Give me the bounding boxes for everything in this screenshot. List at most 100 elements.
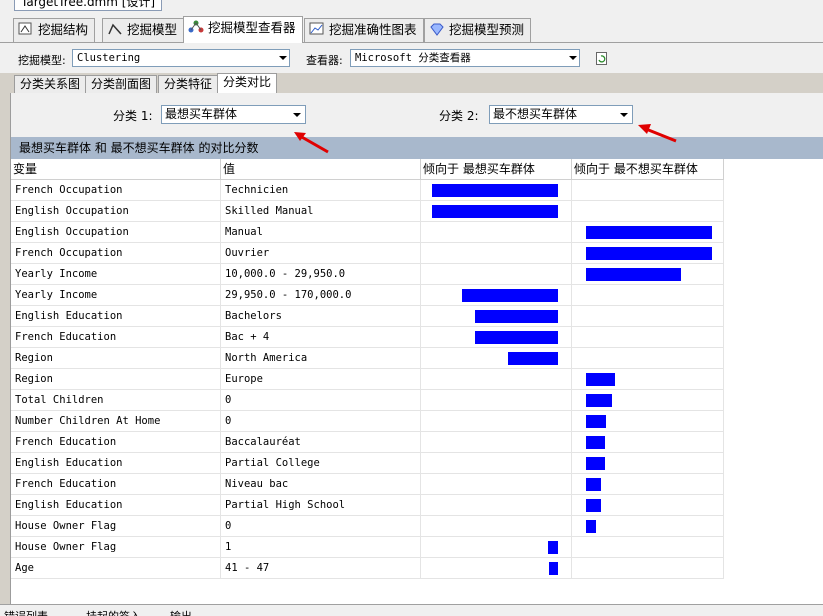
favors-cluster1-cell: [421, 537, 572, 557]
column-header-value[interactable]: 值: [221, 159, 421, 180]
variable-cell: Region: [11, 369, 221, 389]
mining-model-value: Clustering: [77, 52, 141, 64]
table-row[interactable]: House Owner Flag 0: [11, 516, 724, 537]
score-bar: [549, 562, 558, 575]
favors-cluster1-cell: [421, 516, 572, 536]
tab-cluster-diagram[interactable]: 分类关系图: [14, 75, 87, 94]
score-bar: [586, 394, 612, 407]
refresh-icon[interactable]: [596, 52, 608, 68]
table-row[interactable]: French Education Niveau bac: [11, 474, 724, 495]
favors-cluster1-cell: [421, 411, 572, 431]
model-prediction-icon: [429, 21, 445, 36]
cluster2-select[interactable]: 最不想买车群体: [489, 105, 633, 124]
variable-cell: House Owner Flag: [11, 516, 221, 536]
model-viewer-icon: [188, 19, 204, 33]
table-row[interactable]: French Occupation Ouvrier: [11, 243, 724, 264]
variable-cell: House Owner Flag: [11, 537, 221, 557]
score-bar: [508, 352, 558, 365]
tab-cluster-characteristics[interactable]: 分类特征: [158, 75, 219, 94]
tab-model-viewer[interactable]: 挖掘模型查看器: [183, 16, 303, 43]
variable-cell: French Occupation: [11, 243, 221, 263]
value-cell: Skilled Manual: [221, 201, 421, 221]
variable-cell: Age: [11, 558, 221, 578]
cluster1-select[interactable]: 最想买车群体: [161, 105, 306, 124]
tab-label: 挖掘结构: [38, 22, 89, 37]
table-row[interactable]: French Occupation Technicien: [11, 180, 724, 201]
tab-cluster-discrimination[interactable]: 分类对比: [217, 73, 278, 94]
table-row[interactable]: English Education Partial College: [11, 453, 724, 474]
value-cell: 10,000.0 - 29,950.0: [221, 264, 421, 284]
tab-mining-structure[interactable]: 挖掘结构: [13, 18, 96, 42]
column-header-favors-cluster1[interactable]: 倾向于 最想买车群体: [421, 159, 572, 180]
table-row[interactable]: English Occupation Manual: [11, 222, 724, 243]
table-row[interactable]: French Education Baccalauréat: [11, 432, 724, 453]
favors-cluster2-cell: [572, 369, 724, 389]
table-row[interactable]: Region Europe: [11, 369, 724, 390]
tab-cluster-profiles[interactable]: 分类剖面图: [85, 75, 158, 94]
column-header-favors-cluster2[interactable]: 倾向于 最不想买车群体: [572, 159, 724, 180]
score-bar: [586, 520, 596, 533]
tab-model-prediction[interactable]: 挖掘模型预测: [424, 18, 532, 42]
score-bar: [586, 457, 605, 470]
mining-structure-icon: [18, 21, 34, 35]
favors-cluster2-cell: [572, 432, 724, 452]
table-row[interactable]: Yearly Income 10,000.0 - 29,950.0: [11, 264, 724, 285]
score-bar: [475, 331, 558, 344]
score-bar: [462, 289, 558, 302]
document-tab-strip: TargetTree.dmm [设计]: [0, 0, 823, 12]
accuracy-chart-icon: [309, 21, 325, 35]
table-row[interactable]: Total Children 0: [11, 390, 724, 411]
variable-cell: English Education: [11, 495, 221, 515]
tab-label: 挖掘模型: [127, 22, 178, 37]
variable-cell: Region: [11, 348, 221, 368]
favors-cluster1-cell: [421, 180, 572, 200]
table-row[interactable]: Yearly Income 29,950.0 - 170,000.0: [11, 285, 724, 306]
value-cell: Partial High School: [221, 495, 421, 515]
value-cell: Partial College: [221, 453, 421, 473]
chevron-down-icon[interactable]: [565, 50, 579, 66]
chevron-down-icon[interactable]: [289, 107, 304, 122]
value-cell: North America: [221, 348, 421, 368]
value-cell: 29,950.0 - 170,000.0: [221, 285, 421, 305]
tab-mining-model[interactable]: 挖掘模型: [102, 18, 185, 42]
annotation-arrow: [638, 124, 677, 143]
table-row[interactable]: House Owner Flag 1: [11, 537, 724, 558]
discrimination-panel: 分类 1: 最想买车群体 分类 2: 最不想买车群体 最想买车群体 和 最不想买…: [10, 93, 823, 615]
tab-label: 挖掘准确性图表: [329, 22, 417, 37]
score-bar: [586, 415, 606, 428]
score-bar: [586, 436, 605, 449]
table-row[interactable]: French Education Bac + 4: [11, 327, 724, 348]
variable-cell: French Education: [11, 327, 221, 347]
table-row[interactable]: Region North America: [11, 348, 724, 369]
favors-cluster1-cell: [421, 222, 572, 242]
favors-cluster2-cell: [572, 327, 724, 347]
value-cell: Niveau bac: [221, 474, 421, 494]
favors-cluster1-cell: [421, 327, 572, 347]
tab-label: 挖掘模型预测: [449, 22, 525, 37]
table-row[interactable]: English Education Partial High School: [11, 495, 724, 516]
mining-model-label: 挖掘模型:: [18, 54, 66, 67]
viewer-select[interactable]: Microsoft 分类查看器: [350, 49, 580, 67]
cluster2-label: 分类 2:: [439, 109, 479, 123]
variable-cell: Yearly Income: [11, 264, 221, 284]
column-header-variable[interactable]: 变量: [11, 159, 221, 180]
variable-cell: English Occupation: [11, 201, 221, 221]
variable-cell: English Education: [11, 306, 221, 326]
value-cell: 41 - 47: [221, 558, 421, 578]
favors-cluster2-cell: [572, 495, 724, 515]
mining-model-select[interactable]: Clustering: [72, 49, 290, 67]
document-tab[interactable]: TargetTree.dmm [设计]: [14, 0, 163, 11]
cluster-selector-row: 分类 1: 最想买车群体 分类 2: 最不想买车群体: [11, 93, 823, 137]
cluster1-label: 分类 1:: [113, 109, 153, 123]
favors-cluster1-cell: [421, 201, 572, 221]
table-row[interactable]: English Education Bachelors: [11, 306, 724, 327]
table-row[interactable]: Number Children At Home 0: [11, 411, 724, 432]
designer-tab-bar: 挖掘结构 挖掘模型 挖掘模型查看器 挖掘准确性图表 挖掘模型预测: [0, 12, 823, 43]
tab-accuracy-chart[interactable]: 挖掘准确性图表: [304, 18, 424, 42]
value-cell: Technicien: [221, 180, 421, 200]
chevron-down-icon[interactable]: [616, 107, 631, 122]
table-row[interactable]: Age 41 - 47: [11, 558, 724, 579]
favors-cluster2-cell: [572, 558, 724, 578]
table-row[interactable]: English Occupation Skilled Manual: [11, 201, 724, 222]
chevron-down-icon[interactable]: [275, 50, 289, 66]
